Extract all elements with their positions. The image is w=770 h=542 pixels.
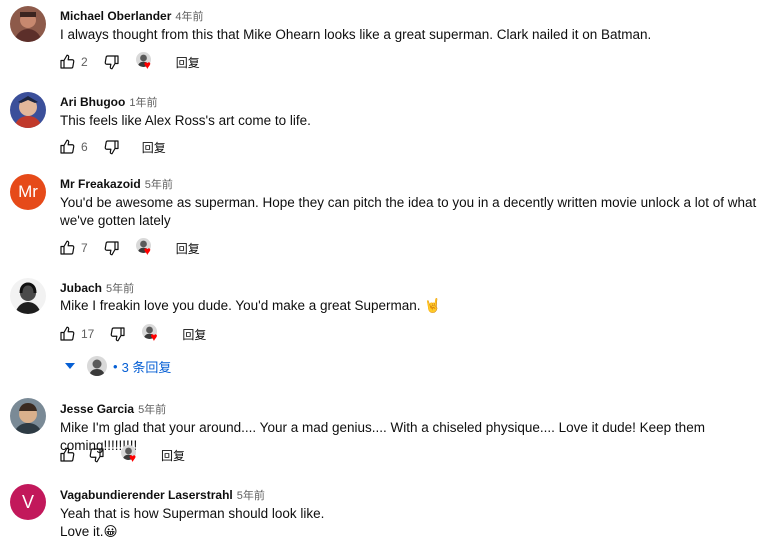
avatar[interactable]: V [10, 484, 46, 520]
thumb-down-icon [88, 446, 106, 464]
thumb-up-icon [58, 239, 76, 257]
thumb-down-icon [103, 239, 121, 257]
comment-author[interactable]: Mr Freakazoid [60, 177, 141, 191]
like-count: 17 [81, 327, 95, 341]
creator-heart[interactable]: ♥ [136, 238, 156, 258]
comment-author[interactable]: Vagabundierender Laserstrahl [60, 488, 233, 502]
avatar[interactable] [10, 278, 46, 314]
thumb-up-icon [58, 446, 76, 464]
comment-text: This feels like Alex Ross's art come to … [60, 113, 311, 128]
reply-avatar-icon [87, 356, 107, 376]
like-count: 6 [81, 140, 88, 154]
comment-text: I always thought from this that Mike Ohe… [60, 27, 652, 42]
avatar[interactable] [10, 6, 46, 42]
comment-time[interactable]: 4年前 [175, 11, 203, 23]
comment-author[interactable]: Jubach [60, 281, 102, 295]
reply-button[interactable]: 回复 [161, 447, 185, 464]
heart-icon: ♥ [143, 244, 151, 258]
creator-heart[interactable]: ♥ [121, 445, 141, 465]
heart-icon: ♥ [129, 451, 137, 465]
replies-count: 3 条回复 [121, 359, 172, 375]
comment-time[interactable]: 1年前 [129, 97, 157, 109]
separator-dot: • [113, 358, 118, 374]
like-button[interactable] [57, 52, 77, 72]
avatar-initials: Mr [18, 182, 38, 201]
thumb-down-icon [103, 138, 121, 156]
thumb-up-icon [58, 325, 76, 343]
like-button[interactable] [57, 238, 77, 258]
dislike-button[interactable] [108, 324, 128, 344]
view-replies-button[interactable]: • 3 条回复 [60, 355, 171, 377]
comment-text-line: Love it.😀 [60, 524, 118, 539]
like-button[interactable] [57, 324, 77, 344]
thumb-down-icon [103, 53, 121, 71]
heart-icon: ♥ [150, 330, 158, 344]
reply-button[interactable]: 回复 [176, 240, 200, 257]
comment-time[interactable]: 5年前 [145, 179, 173, 191]
comment-text: You'd be awesome as superman. Hope they … [60, 195, 757, 228]
comment-author[interactable]: Ari Bhugoo [60, 95, 125, 109]
dislike-button[interactable] [102, 52, 122, 72]
avatar[interactable] [10, 92, 46, 128]
comment-text: Yeah that is how Superman should look li… [60, 505, 765, 541]
reply-button[interactable]: 回复 [176, 54, 200, 71]
thumb-up-icon [58, 138, 76, 156]
dislike-button[interactable] [87, 445, 107, 465]
creator-heart[interactable]: ♥ [136, 52, 156, 72]
creator-heart[interactable]: ♥ [142, 324, 162, 344]
reply-button[interactable]: 回复 [182, 326, 206, 343]
avatar[interactable] [10, 398, 46, 434]
comment-time[interactable]: 5年前 [106, 283, 134, 295]
like-button[interactable] [57, 445, 77, 465]
comment-text: Mike I freakin love you dude. You'd make… [60, 298, 442, 313]
comment-author[interactable]: Michael Oberlander [60, 9, 171, 23]
caret-down-icon [65, 363, 75, 369]
reply-button[interactable]: 回复 [142, 139, 166, 156]
comment-text-line: Yeah that is how Superman should look li… [60, 506, 325, 521]
dislike-button[interactable] [102, 137, 122, 157]
like-count: 7 [81, 241, 88, 255]
comment-time[interactable]: 5年前 [237, 490, 265, 502]
comment-author[interactable]: Jesse Garcia [60, 402, 134, 416]
comment-time[interactable]: 5年前 [138, 404, 166, 416]
like-button[interactable] [57, 137, 77, 157]
thumb-up-icon [58, 53, 76, 71]
dislike-button[interactable] [102, 238, 122, 258]
heart-icon: ♥ [143, 58, 151, 72]
avatar-initials: V [21, 491, 34, 512]
thumb-down-icon [109, 325, 127, 343]
avatar[interactable]: Mr [10, 174, 46, 210]
like-count: 2 [81, 55, 88, 69]
